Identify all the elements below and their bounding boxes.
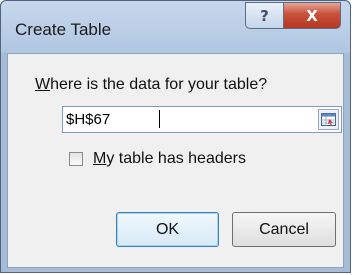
dialog-title: Create Table [15,20,112,39]
range-prompt-label: Where is the data for your table? [35,76,267,94]
close-x-icon: X [306,6,318,25]
headers-checkbox[interactable] [69,152,83,166]
prompt-text: here is the data for your table? [50,76,268,93]
cancel-button[interactable]: Cancel [232,212,336,247]
create-table-dialog: Create Table ? X Where is the data for y… [0,0,351,273]
range-value: $H$67 [66,111,111,128]
text-cursor [159,110,160,128]
headers-checkbox-label[interactable]: My table has headers [93,150,246,168]
close-button[interactable]: X [284,2,341,29]
checkbox-text: y table has headers [106,150,246,167]
table-range-input[interactable]: $H$67 [62,106,342,133]
ok-button[interactable]: OK [116,212,219,247]
prompt-hotkey: W [35,76,51,93]
dialog-body: Where is the data for your table? $H$67 … [7,53,344,268]
help-button[interactable]: ? [245,2,284,29]
title-bar[interactable]: Create Table ? X [1,1,350,53]
range-collapse-button[interactable] [318,109,339,130]
question-mark-icon: ? [260,6,269,25]
range-collapse-icon [321,113,336,126]
checkbox-hotkey: M [93,150,107,167]
